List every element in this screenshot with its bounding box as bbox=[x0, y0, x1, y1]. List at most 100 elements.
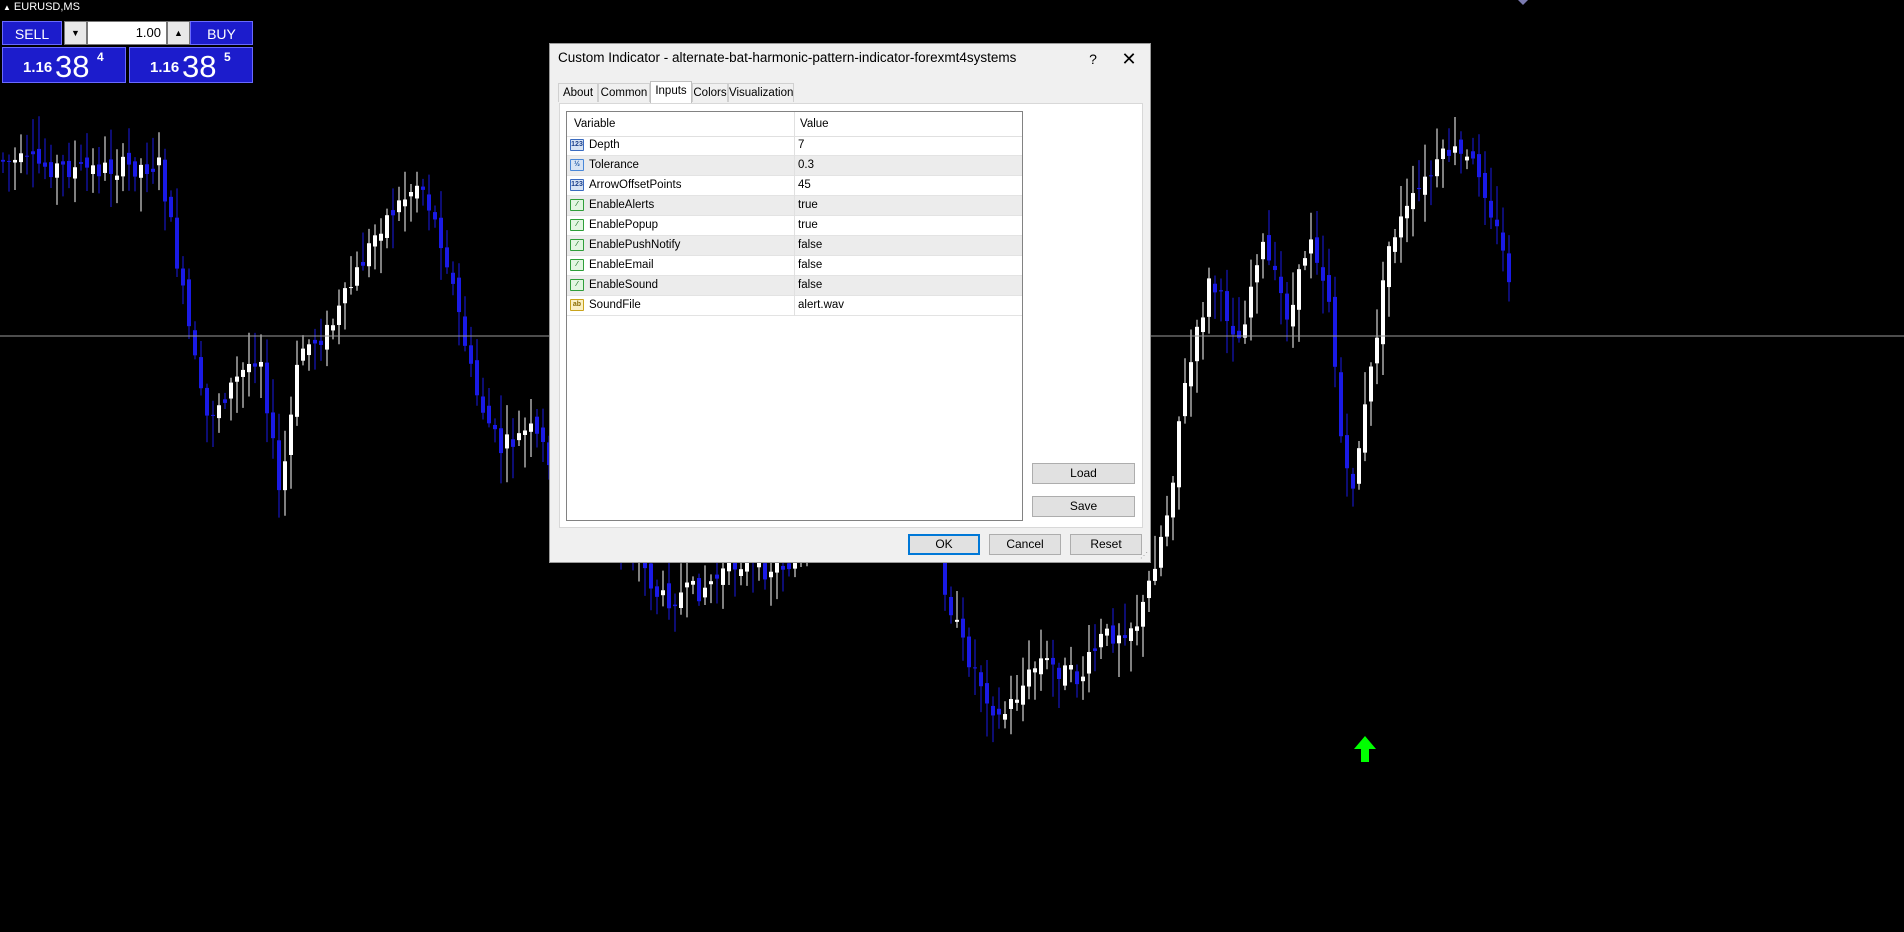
help-icon[interactable]: ? bbox=[1081, 47, 1105, 71]
one-click-trading-panel: SELL ▼ 1.00 ▲ BUY 1.16 38 4 1.16 38 5 bbox=[2, 21, 253, 84]
candle-body bbox=[949, 596, 953, 616]
tab-about[interactable]: About bbox=[558, 83, 598, 102]
table-row[interactable]: ⁄ EnablePopup true bbox=[567, 216, 1022, 236]
tab-common[interactable]: Common bbox=[598, 83, 650, 102]
lot-size-input[interactable]: 1.00 bbox=[87, 21, 167, 45]
candle-body bbox=[997, 708, 1001, 715]
resize-grip-icon[interactable]: ⋰ bbox=[1140, 552, 1148, 560]
candle-body bbox=[517, 433, 521, 441]
candle-body bbox=[1465, 156, 1469, 161]
candle-body bbox=[415, 185, 419, 199]
candle-body bbox=[1045, 658, 1049, 661]
candle-body bbox=[1219, 290, 1223, 292]
candle-body bbox=[1, 159, 5, 162]
table-row[interactable]: 123 ArrowOffsetPoints 45 bbox=[567, 176, 1022, 196]
collapse-triangle-icon[interactable]: ▲ bbox=[3, 3, 11, 12]
buy-button[interactable]: BUY bbox=[190, 21, 253, 45]
candle-body bbox=[1423, 176, 1427, 195]
candle-body bbox=[1267, 235, 1271, 261]
candle-body bbox=[85, 157, 89, 168]
input-value[interactable]: false bbox=[798, 279, 822, 291]
input-value[interactable]: false bbox=[798, 239, 822, 251]
candle-body bbox=[181, 268, 185, 286]
candle-body bbox=[1135, 626, 1139, 631]
candle-body bbox=[451, 272, 455, 284]
sell-button[interactable]: SELL bbox=[2, 21, 62, 45]
lot-increase-button[interactable]: ▲ bbox=[167, 21, 190, 45]
candle-body bbox=[1009, 699, 1013, 709]
candle-body bbox=[229, 382, 233, 399]
load-button[interactable]: Load bbox=[1032, 463, 1135, 484]
candle-body bbox=[457, 277, 461, 313]
candle-body bbox=[1033, 668, 1037, 673]
candle-body bbox=[271, 412, 275, 439]
candle-body bbox=[115, 175, 119, 180]
input-name: EnablePushNotify bbox=[589, 239, 681, 251]
input-value[interactable]: 7 bbox=[798, 139, 804, 151]
input-value[interactable]: true bbox=[798, 219, 818, 231]
tab-colors[interactable]: Colors bbox=[692, 83, 728, 102]
cell-divider bbox=[794, 216, 795, 236]
candle-body bbox=[79, 162, 83, 164]
candle-body bbox=[385, 215, 389, 238]
input-value[interactable]: 45 bbox=[798, 179, 811, 191]
candle-body bbox=[1507, 253, 1511, 283]
candle-body bbox=[31, 151, 35, 155]
table-row[interactable]: 123 Depth 7 bbox=[567, 136, 1022, 156]
candle-body bbox=[1303, 258, 1307, 266]
tab-visualization[interactable]: Visualization bbox=[728, 83, 794, 102]
cancel-button[interactable]: Cancel bbox=[989, 534, 1061, 555]
candle-body bbox=[967, 636, 971, 668]
input-name: Tolerance bbox=[589, 159, 639, 171]
column-header-variable[interactable]: Variable bbox=[574, 118, 615, 130]
candle-body bbox=[739, 569, 743, 576]
table-row[interactable]: ⁄ EnableAlerts true bbox=[567, 196, 1022, 216]
input-value[interactable]: true bbox=[798, 199, 818, 211]
column-divider bbox=[794, 112, 795, 136]
save-button[interactable]: Save bbox=[1032, 496, 1135, 517]
candle-body bbox=[235, 376, 239, 382]
input-value[interactable]: false bbox=[798, 259, 822, 271]
input-value[interactable]: alert.wav bbox=[798, 299, 844, 311]
table-row[interactable]: ⁄ EnablePushNotify false bbox=[567, 236, 1022, 256]
candle-body bbox=[979, 672, 983, 687]
bool-icon: ⁄ bbox=[570, 219, 584, 231]
input-name: EnableAlerts bbox=[589, 199, 655, 211]
ok-button[interactable]: OK bbox=[908, 534, 980, 555]
lot-decrease-button[interactable]: ▼ bbox=[64, 21, 87, 45]
candle-body bbox=[1129, 628, 1133, 641]
tab-inputs[interactable]: Inputs bbox=[650, 81, 692, 103]
input-value[interactable]: 0.3 bbox=[798, 159, 814, 171]
candle-body bbox=[661, 590, 665, 596]
candle-body bbox=[1447, 149, 1451, 156]
table-row[interactable]: ⁄ EnableSound false bbox=[567, 276, 1022, 296]
candle-body bbox=[211, 414, 215, 416]
table-row[interactable]: ½ Tolerance 0.3 bbox=[567, 156, 1022, 176]
bid-price-display[interactable]: 1.16 38 4 bbox=[2, 47, 126, 84]
input-name: Depth bbox=[589, 139, 620, 151]
cell-divider bbox=[794, 136, 795, 156]
candle-body bbox=[1057, 667, 1061, 679]
candle-body bbox=[1471, 151, 1475, 159]
candle-body bbox=[247, 363, 251, 373]
column-header-value[interactable]: Value bbox=[800, 118, 829, 130]
candle-body bbox=[355, 267, 359, 286]
table-row[interactable]: ⁄ EnableEmail false bbox=[567, 256, 1022, 276]
candle-body bbox=[43, 162, 47, 167]
bid-price-pips: 38 bbox=[55, 49, 90, 84]
candle-body bbox=[163, 159, 167, 202]
input-name: SoundFile bbox=[589, 299, 641, 311]
candle-body bbox=[223, 399, 227, 403]
candle-body bbox=[127, 152, 131, 165]
table-row[interactable]: ab SoundFile alert.wav bbox=[567, 296, 1022, 316]
candle-body bbox=[295, 364, 299, 417]
ask-price-display[interactable]: 1.16 38 5 bbox=[129, 47, 253, 84]
candle-body bbox=[109, 159, 113, 174]
candle-body bbox=[1339, 372, 1343, 437]
candle-body bbox=[1501, 232, 1505, 251]
close-icon[interactable]: ✕ bbox=[1117, 47, 1141, 71]
reset-button[interactable]: Reset bbox=[1070, 534, 1142, 555]
candle-body bbox=[1015, 699, 1019, 703]
candle-body bbox=[1291, 304, 1295, 327]
bool-icon: ⁄ bbox=[570, 279, 584, 291]
